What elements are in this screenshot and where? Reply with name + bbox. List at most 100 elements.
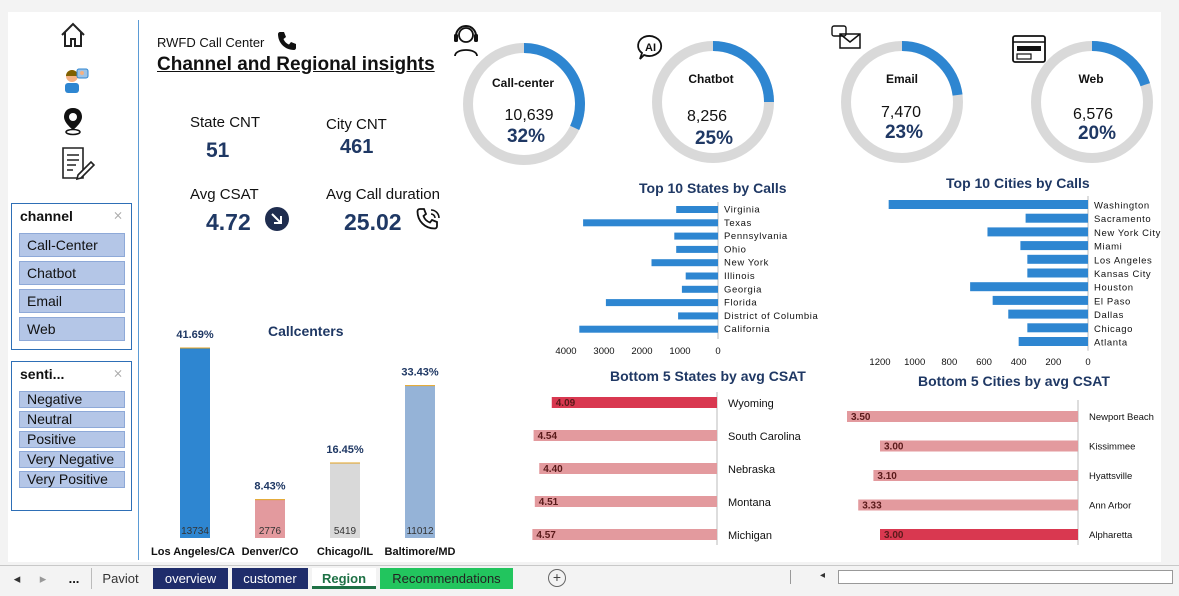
slicer-item-neutral[interactable]: Neutral (19, 411, 125, 428)
clear-filter-icon[interactable]: ⨯ (113, 208, 123, 222)
customer-service-icon[interactable] (62, 66, 90, 99)
slicer-item-web[interactable]: Web (19, 317, 125, 341)
callcenter-value-label: 2776 (259, 526, 282, 537)
donut-label-web: Web (1078, 72, 1104, 86)
csat-value-label: 3.50 (851, 412, 871, 423)
bar (1025, 213, 1088, 223)
csat-bar (532, 529, 717, 540)
city-cnt-label: City CNT (326, 116, 387, 133)
slicer-item-chatbot[interactable]: Chatbot (19, 261, 125, 285)
tab-recommendations[interactable]: Recommendations (380, 568, 513, 589)
horizontal-scrollbar[interactable] (838, 570, 1173, 584)
csat-category-label: Nebraska (728, 464, 776, 476)
top-states-chart: Virginia Texas Pennsylvania Ohio New York Ill… (555, 202, 818, 357)
slicer-item-email[interactable]: Email (19, 289, 125, 313)
tab-scroll-left-icon[interactable]: ◂ (10, 568, 24, 589)
x-tick-label: 1000 (904, 357, 925, 368)
scroll-left-icon[interactable]: ◂ (820, 570, 832, 584)
csat-value-label: 4.54 (538, 431, 558, 442)
bar (1008, 309, 1088, 319)
page-title: Channel and Regional insights (157, 54, 435, 75)
csat-category-label: Michigan (728, 530, 772, 542)
donut-pct-web: 20% (1077, 123, 1117, 144)
x-tick-label: 1000 (669, 346, 690, 357)
bar (678, 312, 718, 320)
csat-value-label: 4.51 (539, 497, 559, 508)
csat-value-label: 4.09 (556, 398, 576, 409)
callcenters-chart: 41.69% 13734 Los Angeles/CA 8.43% 2776 Denver… (151, 330, 456, 558)
donut-pct-email: 23% (884, 122, 924, 143)
channel-slicer: channel ⨯ Call-Center Chatbot Email Web (11, 203, 132, 350)
city-cnt-value: 461 (340, 136, 374, 158)
slicer-item-very-negative[interactable]: Very Negative (19, 451, 125, 468)
callcenter-pct-label: 16.45% (326, 444, 364, 456)
bar (1027, 268, 1088, 278)
category-label: Houston (1094, 283, 1134, 294)
csat-category-label: Wyoming (728, 398, 774, 410)
csat-bar (880, 440, 1078, 452)
csat-value-label: 3.00 (884, 530, 904, 541)
donut-label-email: Email (885, 72, 918, 86)
chart-title-top-cities: Top 10 Cities by Calls (946, 175, 1090, 191)
state-cnt-label: State CNT (190, 114, 261, 131)
tab-customer[interactable]: customer (232, 568, 308, 589)
callcenter-category-label: Denver/CO (242, 546, 299, 558)
category-label: Georgia (724, 284, 762, 295)
csat-category-label: Newport Beach (1089, 412, 1154, 423)
x-tick-label: 3000 (593, 346, 614, 357)
category-label: Illinois (724, 271, 755, 282)
donut-pct-chatbot: 25% (694, 128, 734, 149)
callcenter-category-label: Los Angeles/CA (151, 546, 235, 558)
slicer-item-negative[interactable]: Negative (19, 391, 125, 408)
donut-charts (463, 41, 1153, 165)
callcenter-pct-label: 41.69% (176, 330, 214, 341)
csat-bar (533, 430, 717, 441)
donut-count-call-center: 10,639 (504, 107, 554, 124)
x-tick-label: 4000 (555, 346, 576, 357)
csat-value-label: 3.10 (877, 471, 897, 482)
category-label: Texas (724, 218, 752, 229)
bar (888, 200, 1088, 209)
csat-category-label: South Carolina (728, 431, 802, 443)
bar (1027, 323, 1088, 333)
x-tick-label: 400 (1011, 357, 1027, 368)
category-label: Atlanta (1094, 338, 1128, 349)
tab-overview[interactable]: overview (153, 568, 228, 589)
bar (605, 299, 718, 307)
category-label: Dallas (1094, 310, 1124, 321)
tab-paviot[interactable]: Paviot (91, 568, 149, 589)
bar (1020, 241, 1088, 251)
csat-category-label: Hyattsville (1089, 471, 1132, 482)
slicer-item-positive[interactable]: Positive (19, 431, 125, 448)
tab-region[interactable]: Region (312, 568, 376, 589)
location-pin-icon[interactable] (60, 106, 86, 141)
subtitle: RWFD Call Center (157, 35, 265, 50)
trend-down-icon (264, 206, 290, 237)
slicer-item-very-positive[interactable]: Very Positive (19, 471, 125, 488)
tab-scroll-right-icon[interactable]: ▸ (36, 568, 50, 589)
home-icon[interactable] (58, 20, 88, 55)
callcenter-value-label: 11012 (406, 526, 434, 537)
clear-filter-icon[interactable]: ⨯ (113, 366, 123, 380)
category-label: Miami (1094, 242, 1122, 253)
callcenter-value-label: 5419 (334, 526, 357, 537)
tab-more-button[interactable]: ... (62, 568, 86, 589)
avg-csat-label: Avg CSAT (190, 186, 259, 203)
csat-bar (880, 529, 1078, 540)
chart-title-bottom-states: Bottom 5 States by avg CSAT (610, 368, 806, 384)
add-sheet-button[interactable]: + (548, 569, 566, 587)
callcenter-pct-label: 33.43% (401, 367, 439, 379)
chart-title-top-states: Top 10 States by Calls (639, 180, 787, 196)
document-edit-icon[interactable] (58, 145, 96, 188)
donut-count-chatbot: 8,256 (686, 108, 728, 125)
bar (579, 325, 718, 333)
slicer-item-call-center[interactable]: Call-Center (19, 233, 125, 257)
callcenter-category-label: Baltimore/MD (385, 546, 456, 558)
category-label: New York (724, 258, 769, 269)
avg-call-duration-value: 25.02 (344, 209, 402, 235)
avg-csat-value: 4.72 (206, 209, 251, 235)
top-cities-chart: Washington Sacramento New York City Miami Lo… (869, 196, 1160, 368)
x-tick-label: 200 (1045, 357, 1061, 368)
csat-value-label: 3.00 (884, 442, 904, 453)
excel-window: channel ⨯ Call-Center Chatbot Email Web … (0, 0, 1179, 596)
